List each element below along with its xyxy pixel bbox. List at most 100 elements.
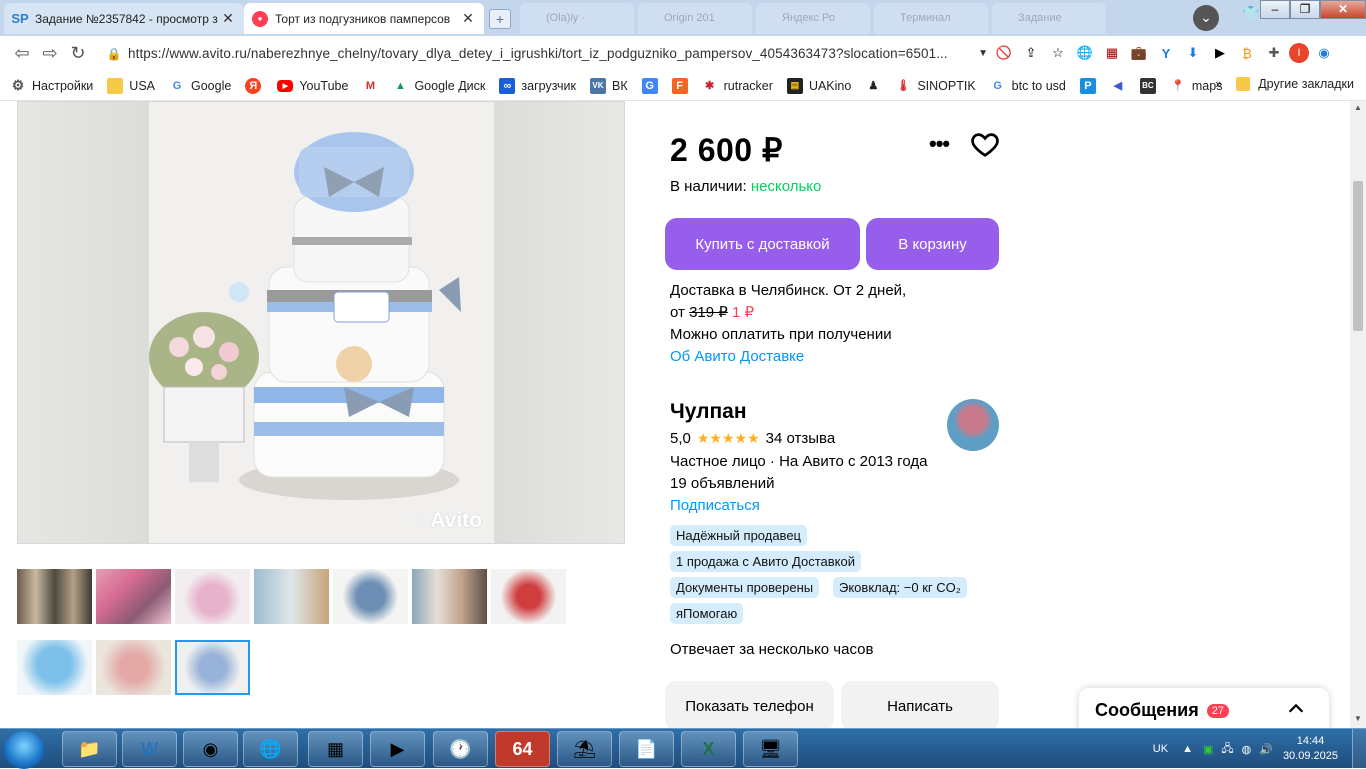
start-button[interactable] bbox=[4, 731, 44, 769]
clock[interactable]: 14:44 30.09.2025 bbox=[1283, 734, 1338, 764]
about-delivery-link[interactable]: Об Авито Доставке bbox=[670, 346, 906, 368]
chevron-up-icon[interactable] bbox=[1285, 698, 1307, 720]
ghost-tab[interactable]: (Ola)iy · bbox=[520, 3, 634, 34]
bookmark-yandex[interactable]: Я bbox=[245, 77, 267, 94]
y-extension-icon[interactable]: Y bbox=[1154, 41, 1178, 65]
bookmark-translate[interactable]: G bbox=[641, 77, 664, 94]
seller-ads-count[interactable]: 19 объявлений bbox=[670, 473, 927, 495]
bookmark-vk[interactable]: VK ВК bbox=[589, 77, 628, 94]
close-tab-icon[interactable]: ✕ bbox=[220, 10, 236, 27]
page-scrollbar[interactable]: ▲ ▼ bbox=[1350, 101, 1366, 728]
bookmark-btc[interactable]: Gbtc to usd bbox=[990, 78, 1065, 94]
download-icon[interactable]: ⬇ bbox=[1181, 41, 1205, 65]
scroll-down-icon[interactable]: ▼ bbox=[1350, 714, 1366, 728]
omnibox[interactable]: 🔒 https://www.avito.ru/naberezhnye_cheln… bbox=[100, 40, 988, 67]
bookmark-p[interactable]: P bbox=[1079, 77, 1102, 94]
thumbnail[interactable] bbox=[17, 640, 92, 695]
taskbar-64-app[interactable]: 64 bbox=[495, 731, 550, 767]
taskbar-shield-app[interactable]: W bbox=[122, 731, 177, 767]
tab-task[interactable]: SP Задание №2357842 - просмотр з ✕ bbox=[4, 3, 244, 34]
reload-icon[interactable]: ↻ bbox=[64, 43, 92, 64]
taskbar-media[interactable]: ▶ bbox=[370, 731, 425, 767]
close-tab-icon[interactable]: ✕ bbox=[460, 10, 476, 27]
write-message-button[interactable]: Написать bbox=[841, 681, 999, 728]
bookmark-bc[interactable]: BC bbox=[1139, 77, 1162, 94]
url-text[interactable]: https://www.avito.ru/naberezhnye_chelny/… bbox=[128, 46, 974, 61]
profile-icon[interactable]: I bbox=[1289, 43, 1309, 63]
thumbnail[interactable] bbox=[17, 569, 92, 624]
thumbnail-selected[interactable] bbox=[175, 640, 250, 695]
heart-favorite-icon[interactable] bbox=[970, 129, 1000, 159]
share-icon[interactable]: ⇪ bbox=[1019, 41, 1043, 65]
other-bookmarks[interactable]: Другие закладки bbox=[1258, 77, 1354, 91]
buy-with-delivery-button[interactable]: Купить с доставкой bbox=[665, 218, 860, 270]
globe-pl-extension-icon[interactable]: 🌐 bbox=[1073, 41, 1097, 65]
bookmark-sinoptik[interactable]: 🌡 SINOPTIK bbox=[895, 78, 975, 94]
messages-widget[interactable]: Сообщения 27 bbox=[1079, 688, 1329, 728]
thumbnail[interactable] bbox=[333, 569, 408, 624]
thumbnail[interactable] bbox=[412, 569, 487, 624]
more-bookmarks-button[interactable]: » bbox=[1215, 77, 1222, 91]
bookmark-uakino[interactable]: ▤ UAKino bbox=[786, 77, 851, 94]
bookmark-gmail[interactable]: M bbox=[362, 78, 384, 94]
tray-app-icon[interactable]: ◍ bbox=[1242, 743, 1252, 756]
taskbar-clock-app[interactable]: 🕐 bbox=[433, 731, 488, 767]
thumbnail[interactable] bbox=[175, 569, 250, 624]
volume-icon[interactable]: 🔊 bbox=[1259, 743, 1273, 756]
ghost-tab[interactable]: Терминал bbox=[874, 3, 988, 34]
thumbnail[interactable] bbox=[254, 569, 329, 624]
bookmark-f[interactable]: F bbox=[671, 77, 694, 94]
minimize-button[interactable]: – bbox=[1260, 0, 1290, 19]
menu-icon[interactable]: ◉ bbox=[1312, 41, 1336, 65]
ghost-tab[interactable]: Яндекс Ро bbox=[756, 3, 870, 34]
new-tab-button[interactable]: + bbox=[489, 9, 511, 29]
thumbnail[interactable] bbox=[96, 640, 171, 695]
briefcase-extension-icon[interactable]: 💼 bbox=[1127, 41, 1151, 65]
camera-blocked-icon[interactable]: 🚫 bbox=[992, 41, 1016, 65]
taskbar-monitor[interactable]: 🖥 bbox=[743, 731, 798, 767]
bookmark-rutracker[interactable]: ✱ rutracker bbox=[702, 78, 773, 94]
tray-expand-icon[interactable]: ▲ bbox=[1182, 743, 1193, 755]
tray-green-icon[interactable]: ▣ bbox=[1203, 743, 1213, 756]
show-phone-button[interactable]: Показать телефон bbox=[665, 681, 834, 728]
thumbnail[interactable] bbox=[491, 569, 566, 624]
bitcoin-extension-icon[interactable]: ₿ bbox=[1235, 41, 1259, 65]
scroll-up-icon[interactable]: ▲ bbox=[1350, 103, 1366, 117]
bookmark-google[interactable]: G Google bbox=[169, 78, 232, 94]
scrollbar-thumb[interactable] bbox=[1353, 181, 1363, 331]
tray-network-icon[interactable]: 🖧 bbox=[1221, 740, 1233, 759]
close-window-button[interactable]: ✕ bbox=[1320, 0, 1366, 19]
profile-avatar-icon[interactable]: ⌄ bbox=[1193, 5, 1219, 31]
show-desktop-button[interactable] bbox=[1352, 729, 1366, 769]
taskbar-beach-ball[interactable]: ⛱ bbox=[557, 731, 612, 767]
bookmark-settings[interactable]: ⚙ Настройки bbox=[10, 77, 94, 94]
taskbar-globe[interactable]: 🌐 bbox=[243, 731, 298, 767]
more-options-icon[interactable]: ••• bbox=[929, 131, 950, 157]
maximize-button[interactable]: ❐ bbox=[1290, 0, 1320, 19]
puzzle-extensions-icon[interactable]: ✚ bbox=[1262, 41, 1286, 65]
terminal-extension-icon[interactable]: ▶ bbox=[1208, 41, 1232, 65]
ghost-tab[interactable]: Origin 201 bbox=[638, 3, 752, 34]
tab-avito[interactable]: ● Торт из подгузников памперсов ✕ bbox=[244, 3, 484, 34]
tshirt-icon[interactable]: 👕 bbox=[1242, 5, 1259, 22]
taskbar-chrome[interactable]: ◉ bbox=[183, 731, 238, 767]
dropdown-arrow-icon[interactable]: ▼ bbox=[978, 48, 988, 59]
reviews-link[interactable]: 34 отзыва bbox=[766, 430, 836, 447]
add-to-cart-button[interactable]: В корзину bbox=[866, 218, 999, 270]
forward-arrow-icon[interactable]: ⇨ bbox=[36, 43, 64, 64]
bookmark-loader[interactable]: ∞ загрузчик bbox=[499, 77, 576, 94]
subscribe-link[interactable]: Подписаться bbox=[670, 495, 927, 517]
bookmark-usa[interactable]: USA bbox=[107, 77, 155, 94]
calendar-extension-icon[interactable]: ▦ bbox=[1100, 41, 1124, 65]
main-product-photo[interactable]: ◌ Avito bbox=[17, 101, 625, 544]
star-bookmark-icon[interactable]: ☆ bbox=[1046, 41, 1070, 65]
bookmark-drive[interactable]: ▲ Google Диск bbox=[392, 78, 485, 94]
taskbar-notepad[interactable]: 📄 bbox=[619, 731, 674, 767]
lock-icon[interactable]: 🔒 bbox=[100, 47, 128, 61]
seller-name[interactable]: Чулпан bbox=[670, 400, 747, 424]
ghost-tab[interactable]: Задание bbox=[992, 3, 1106, 34]
bookmark-youtube[interactable]: ▶ YouTube bbox=[277, 79, 348, 93]
bookmark-figure[interactable]: ♟ bbox=[865, 78, 887, 94]
taskbar-excel[interactable]: X bbox=[681, 731, 736, 767]
taskbar-app-green[interactable]: ▦ bbox=[308, 731, 363, 767]
